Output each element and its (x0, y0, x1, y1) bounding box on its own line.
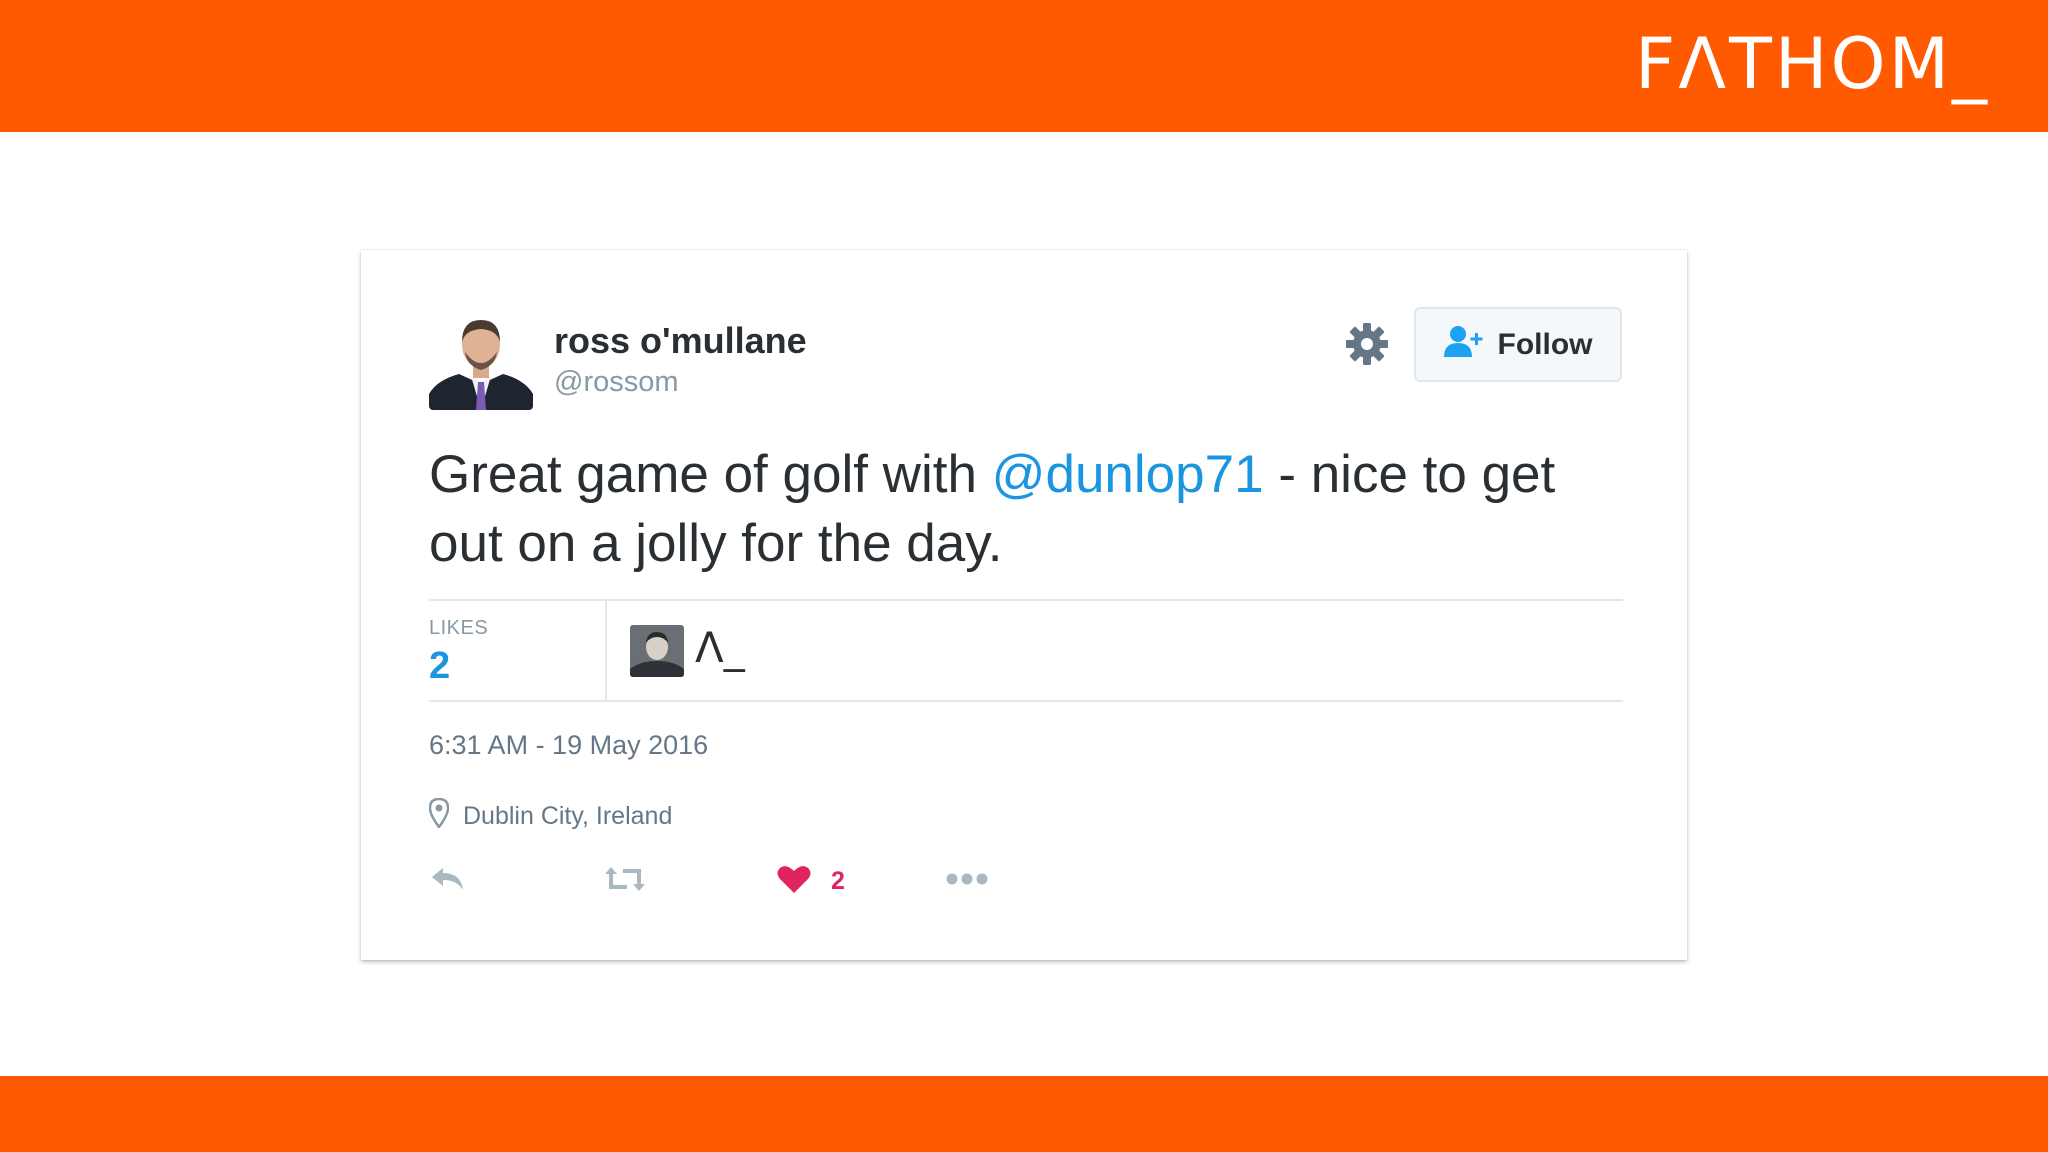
add-user-icon (1443, 325, 1486, 365)
retweet-icon (603, 864, 647, 899)
retweet-button[interactable] (603, 854, 647, 908)
reply-button[interactable] (429, 854, 467, 908)
like-button[interactable]: 2 (777, 854, 845, 908)
tweet-actions: 2 (429, 854, 1029, 908)
likes-count[interactable]: 2 (429, 645, 450, 688)
user-display-name[interactable]: ross o'mullane (554, 320, 807, 362)
tweet-timestamp[interactable]: 6:31 AM - 19 May 2016 (429, 730, 708, 761)
more-button[interactable] (945, 854, 989, 908)
tweet-location[interactable]: Dublin City, Ireland (428, 797, 673, 835)
heart-icon (777, 864, 811, 899)
gear-icon[interactable] (1345, 322, 1389, 366)
mention-link[interactable]: @dunlop71 (992, 445, 1264, 504)
user-avatar[interactable] (429, 310, 533, 410)
likes-label: LIKES (429, 617, 489, 639)
footer-bar (0, 1076, 2048, 1152)
tweet-text: Great game of golf with @dunlop71 - nice… (429, 440, 1629, 578)
like-count: 2 (831, 866, 845, 895)
fathom-logo: FΛTHOM_ (1634, 23, 1990, 105)
follow-button[interactable]: Follow (1414, 307, 1622, 382)
reply-icon (429, 865, 467, 898)
liker-label: Λ_ (695, 623, 745, 672)
more-icon (945, 872, 989, 891)
tweet-stats: LIKES 2 Λ_ (429, 599, 1623, 702)
likes-stat: LIKES 2 (429, 601, 607, 700)
location-label: Dublin City, Ireland (463, 802, 673, 830)
tweet-card: ross o'mullane @rossom Follow Great game… (361, 250, 1687, 960)
location-pin-icon (428, 797, 450, 835)
header-bar: FΛTHOM_ (0, 0, 2048, 132)
user-handle[interactable]: @rossom (554, 366, 679, 399)
liker-avatar[interactable] (630, 625, 684, 677)
tweet-text-start: Great game of golf with (429, 445, 992, 504)
follow-label: Follow (1497, 327, 1593, 361)
